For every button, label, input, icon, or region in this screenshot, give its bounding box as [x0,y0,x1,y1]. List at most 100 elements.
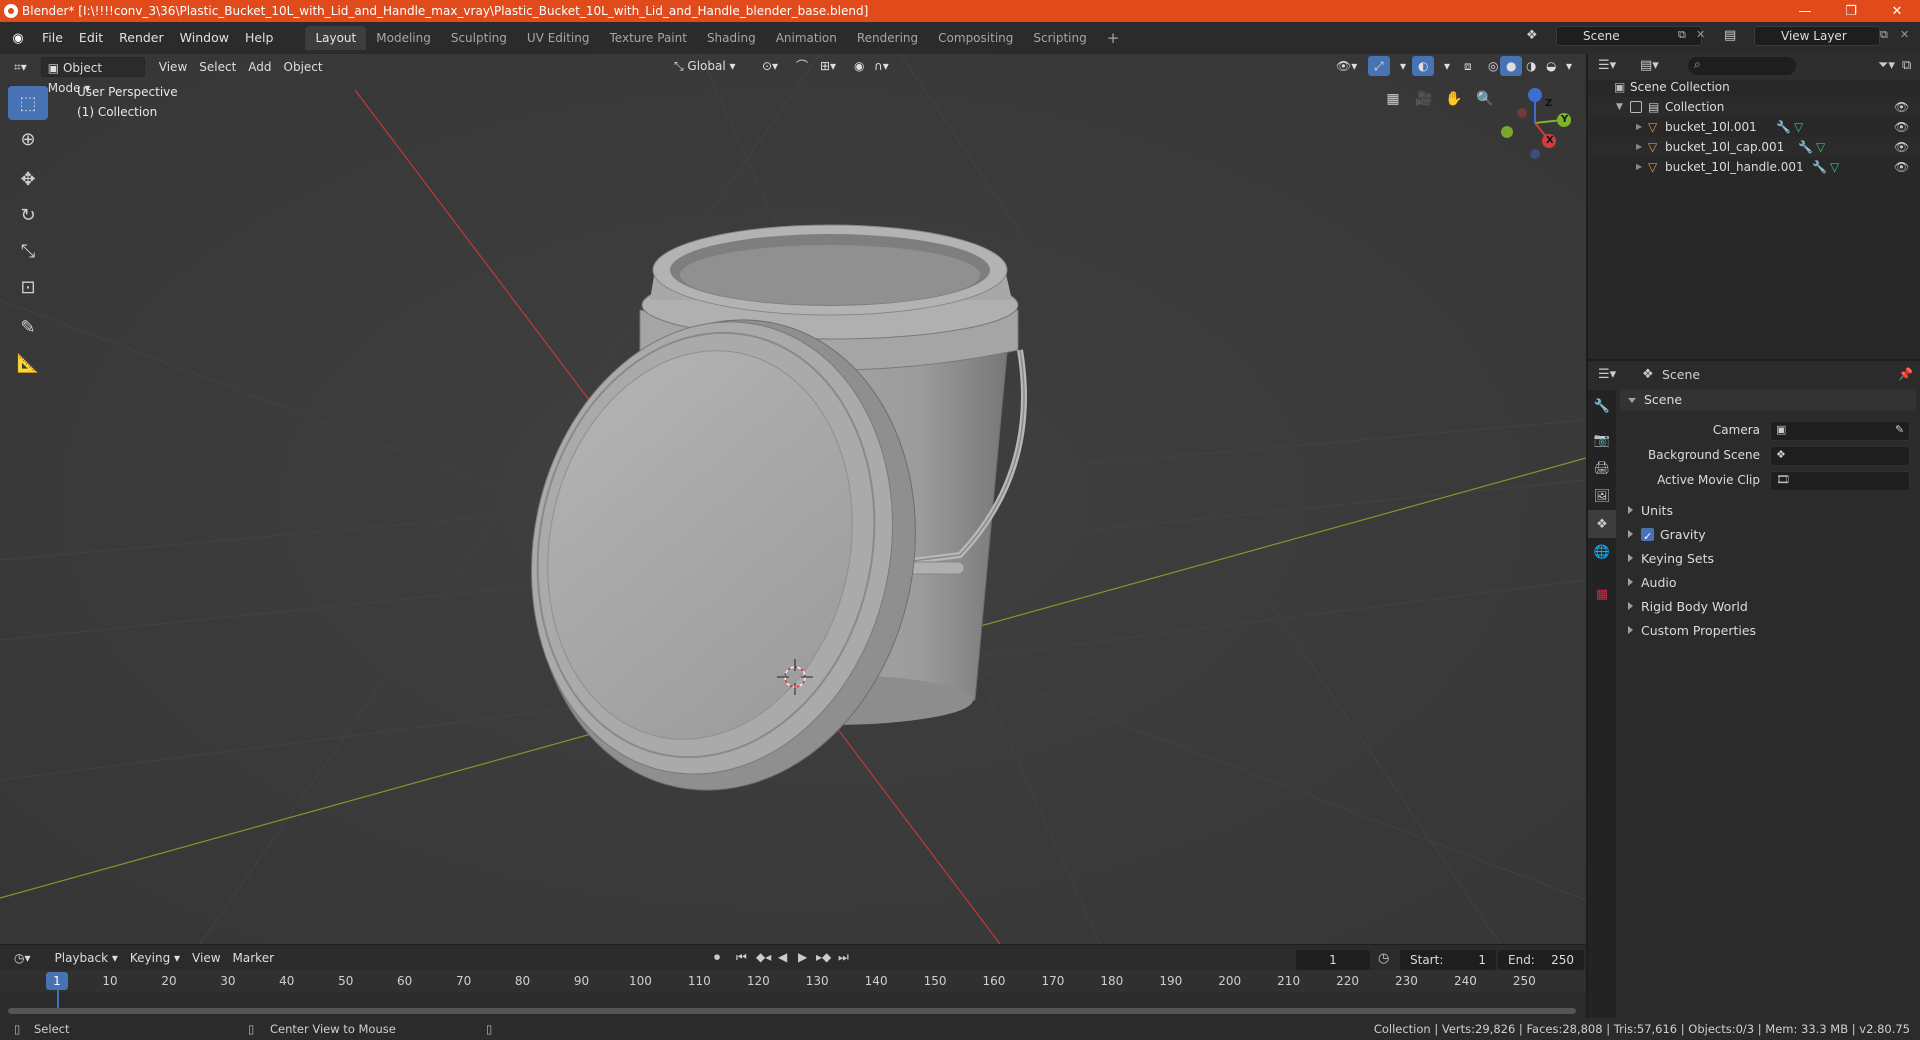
tab-compositing[interactable]: Compositing [928,26,1023,50]
prev-keyframe-icon[interactable]: ◆◂ [756,950,771,964]
xray-icon[interactable]: ⧈ [1458,56,1478,76]
expand-arrow-icon[interactable]: ▶ [1636,117,1642,137]
tab-output-icon[interactable]: 🖨 [1588,454,1616,482]
gravity-checkbox[interactable] [1641,526,1654,548]
editor-type-icon[interactable]: ⌗▾ [8,57,33,77]
visibility-eye-icon[interactable]: 👁 [1894,137,1909,157]
custom-properties-panel-header[interactable]: Custom Properties [1620,620,1916,642]
play-reverse-icon[interactable]: ◀ [778,950,787,964]
add-workspace-button[interactable]: + [1097,26,1130,50]
tab-modeling[interactable]: Modeling [366,26,441,50]
timeline-scrollbar[interactable] [8,1008,1576,1014]
tab-sculpting[interactable]: Sculpting [441,26,517,50]
menu-playback[interactable]: Playback ▾ [49,948,124,968]
view-layer-icon[interactable]: ▤ [1724,28,1736,43]
modifier-icon[interactable]: 🔧 [1798,137,1813,157]
collection-checkbox[interactable] [1630,101,1642,113]
menu-keying[interactable]: Keying ▾ [124,948,186,968]
snap-icon[interactable]: ⌒ [790,56,814,76]
tab-view-layer-icon[interactable]: 🖼 [1588,482,1616,510]
minimize-button[interactable]: — [1782,0,1828,22]
transform-orientation-dropdown[interactable]: ⤡ Global ▾ [668,56,742,76]
maximize-button[interactable]: ❐ [1828,0,1874,22]
tab-render-icon[interactable]: 📷 [1588,426,1616,454]
keying-sets-panel-header[interactable]: Keying Sets [1620,548,1916,570]
active-movie-clip-field[interactable] [1770,471,1910,491]
tab-layout[interactable]: Layout [305,26,367,50]
menu-view[interactable]: View [153,57,193,77]
outliner-object-row[interactable]: ▶ ▽ bucket_10l_handle.001 🔧 ▽ 👁 [1588,157,1920,177]
gravity-panel-header[interactable]: Gravity [1620,524,1916,548]
filter-icon[interactable]: ⏷▾ [1878,58,1895,73]
move-tool-icon[interactable]: ✥ [8,162,48,196]
scale-tool-icon[interactable]: ⤡ [8,234,48,268]
properties-editor-type-icon[interactable]: ☰▾ [1598,367,1616,382]
display-mode-icon[interactable]: ▤▾ [1640,58,1659,73]
mesh-data-icon[interactable]: ▽ [1816,137,1825,157]
mesh-data-icon[interactable]: ▽ [1794,117,1803,137]
falloff-icon[interactable]: ∩▾ [868,56,895,76]
units-panel-header[interactable]: Units [1620,500,1916,522]
tab-shading[interactable]: Shading [697,26,766,50]
jump-start-icon[interactable]: ⏮ [736,950,747,965]
delete-scene-icon[interactable]: ✕ [1696,28,1705,41]
menu-edit[interactable]: Edit [71,27,111,49]
jump-end-icon[interactable]: ⏭ [838,950,849,965]
current-frame-field[interactable]: 1 [1296,950,1370,970]
view-layer-field[interactable]: View Layer [1754,26,1880,46]
zoom-view-icon[interactable]: 🔍 [1472,86,1498,112]
outliner-object-row[interactable]: ▶ ▽ bucket_10l.001 🔧 ▽ 👁 [1588,117,1920,137]
tab-animation[interactable]: Animation [766,26,847,50]
new-scene-icon[interactable]: ⧉ [1678,28,1686,42]
shading-dropdown-icon[interactable]: ▾ [1560,56,1578,76]
gizmo-toggle-icon[interactable]: ⤢ [1368,56,1390,76]
outliner-collection[interactable]: ▼ ▤ Collection 👁 [1588,97,1920,117]
tab-tool-icon[interactable]: 🔧 [1588,392,1616,420]
menu-marker[interactable]: Marker [227,948,280,968]
rotate-tool-icon[interactable]: ↻ [8,198,48,232]
tab-rendering[interactable]: Rendering [847,26,928,50]
timeline-editor-type-icon[interactable]: ◷▾ [8,948,37,968]
audio-panel-header[interactable]: Audio [1620,572,1916,594]
tab-world-icon[interactable]: 🌐 [1588,538,1616,566]
menu-add[interactable]: Add [242,57,277,77]
select-box-tool-icon[interactable]: ⬚ [8,86,48,120]
end-frame-field[interactable]: End: 250 [1498,950,1584,970]
scene-panel-header[interactable]: Scene [1620,389,1916,411]
blender-menu-icon[interactable]: ◉ [8,28,28,48]
pin-icon[interactable]: 📌 [1898,367,1913,381]
outliner-editor-type-icon[interactable]: ☰▾ [1598,58,1616,73]
expand-arrow-icon[interactable]: ▶ [1636,137,1642,157]
tab-scene-icon[interactable]: ❖ [1588,510,1616,538]
menu-help[interactable]: Help [237,27,282,49]
menu-file[interactable]: File [34,27,71,49]
pivot-point-icon[interactable]: ⊙▾ [756,56,784,76]
camera-field[interactable] [1770,421,1910,441]
tab-texture-paint[interactable]: Texture Paint [600,26,697,50]
next-keyframe-icon[interactable]: ▸◆ [816,950,831,964]
tab-scripting[interactable]: Scripting [1023,26,1096,50]
scene-selector-icon[interactable]: ❖ [1526,28,1538,43]
transform-tool-icon[interactable]: ⊡ [8,270,48,304]
expand-arrow-icon[interactable]: ▼ [1616,97,1623,117]
annotate-tool-icon[interactable]: ✎ [8,310,48,344]
preview-range-icon[interactable]: ◷ [1378,951,1389,966]
overlay-dropdown-icon[interactable]: ▾ [1438,56,1456,76]
menu-object[interactable]: Object [278,57,329,77]
object-mode-dropdown[interactable]: ▣ Object Mode ▾ [40,57,145,95]
record-icon[interactable]: ⏺ [714,950,720,965]
outliner-object-row[interactable]: ▶ ▽ bucket_10l_cap.001 🔧 ▽ 👁 [1588,137,1920,157]
visibility-eye-icon[interactable]: 👁 [1894,117,1909,137]
measure-tool-icon[interactable]: 📐 [8,346,48,380]
visibility-icon[interactable]: 👁▾ [1330,56,1363,76]
menu-select[interactable]: Select [193,57,242,77]
visibility-eye-icon[interactable]: 👁 [1894,97,1909,117]
toggle-grid-view-icon[interactable]: ▦ [1380,86,1406,112]
current-frame-marker[interactable]: 1 [46,972,68,990]
outliner-search-input[interactable] [1688,57,1796,75]
camera-view-icon[interactable]: 🎥 [1411,86,1437,112]
delete-view-layer-icon[interactable]: ✕ [1900,28,1909,41]
play-icon[interactable]: ▶ [798,950,807,964]
visibility-eye-icon[interactable]: 👁 [1894,157,1909,177]
rigid-body-world-panel-header[interactable]: Rigid Body World [1620,596,1916,618]
